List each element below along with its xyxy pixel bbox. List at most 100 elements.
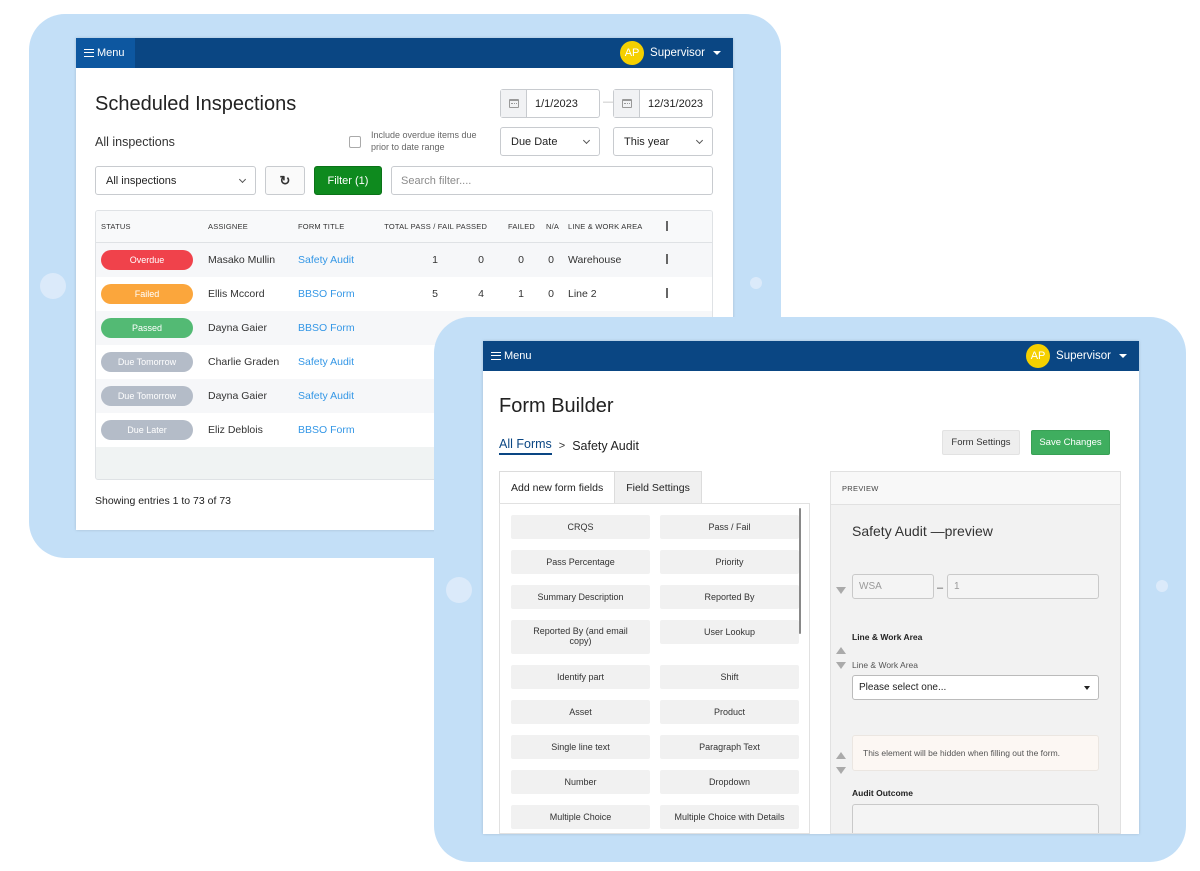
field-type-button[interactable]: Number [511, 770, 650, 794]
search-filter-input[interactable]: Search filter.... [391, 166, 713, 195]
column-header-na[interactable]: N/A [540, 222, 566, 231]
field-types-grid: CRQS Pass / Fail Pass Percentage Priority Su… [511, 515, 801, 829]
period-select-value: This year [624, 135, 670, 148]
table-row[interactable]: Failed Ellis Mccord BBSO Form 5 4 1 0 Line 2 [96, 277, 712, 311]
field-type-button[interactable]: Single line text [511, 735, 650, 759]
menu-button[interactable]: Menu [76, 38, 135, 68]
end-date-input[interactable]: 12/31/2023 [613, 89, 713, 118]
field-type-button[interactable]: Product [660, 700, 799, 724]
calendar-icon [614, 90, 640, 117]
na-cell: 0 [548, 288, 554, 300]
field-type-button[interactable]: Priority [660, 550, 799, 574]
user-role-label: Supervisor [650, 47, 705, 59]
column-header-form-title[interactable]: FORM TITLE [298, 222, 376, 231]
tab-add-new-form-fields[interactable]: Add new form fields [499, 471, 616, 504]
page-title: Scheduled Inspections [95, 93, 297, 115]
field-type-button[interactable]: Dropdown [660, 770, 799, 794]
status-badge: Due Later [101, 420, 193, 440]
user-menu[interactable]: AP Supervisor [620, 41, 733, 65]
start-date-input[interactable]: 1/1/2023 [500, 89, 600, 118]
user-role-label: Supervisor [1056, 350, 1111, 362]
move-down-icon[interactable] [836, 587, 846, 594]
tab-field-settings[interactable]: Field Settings [615, 471, 702, 504]
move-up-icon[interactable] [836, 647, 846, 654]
id-prefix-input[interactable]: WSA [852, 574, 934, 599]
form-settings-button[interactable]: Form Settings [942, 430, 1020, 455]
column-header-failed[interactable]: FAILED [496, 222, 540, 231]
move-up-icon[interactable] [836, 752, 846, 759]
field-type-button[interactable]: Pass Percentage [511, 550, 650, 574]
total-cell: 1 [432, 254, 438, 266]
column-header-assignee[interactable]: ASSIGNEE [208, 222, 298, 231]
passed-cell: 4 [478, 288, 484, 300]
truncated-column-edge [666, 220, 668, 231]
table-row[interactable]: Overdue Masako Mullin Safety Audit 1 0 0 0 Ware… [96, 243, 712, 277]
field-type-button[interactable]: Reported By [660, 585, 799, 609]
form-title-link[interactable]: BBSO Form [298, 322, 376, 334]
line-work-area-select-value: Please select one... [859, 682, 947, 693]
field-type-button[interactable]: Reported By (and email copy) [511, 620, 650, 654]
move-down-icon[interactable] [836, 662, 846, 669]
form-builder-screen: Menu AP Supervisor Form Builder All Form… [483, 341, 1139, 834]
field-panel-scrollbar[interactable] [799, 508, 801, 634]
column-header-total[interactable]: TOTAL PASS / FAIL [376, 222, 456, 231]
status-cell: Due Tomorrow [96, 352, 208, 372]
breadcrumb-all-forms-link[interactable]: All Forms [499, 437, 552, 455]
date-field-select[interactable]: Due Date [500, 127, 600, 156]
field-type-button[interactable]: User Lookup [660, 620, 799, 644]
menu-label: Menu [504, 350, 532, 362]
form-title-link[interactable]: Safety Audit [298, 390, 376, 402]
audit-outcome-input[interactable] [852, 804, 1099, 833]
user-menu[interactable]: AP Supervisor [1026, 344, 1139, 368]
line-work-area-cell: Line 2 [568, 288, 597, 300]
avatar: AP [1026, 344, 1051, 368]
caret-down-icon [713, 51, 721, 55]
view-select[interactable]: All inspections [95, 166, 256, 195]
form-title-link[interactable]: BBSO Form [298, 288, 376, 300]
field-type-button[interactable]: CRQS [511, 515, 650, 539]
start-date-value: 1/1/2023 [535, 97, 578, 110]
form-title-link[interactable]: Safety Audit [298, 356, 376, 368]
menu-button[interactable]: Menu [483, 341, 542, 371]
save-changes-button[interactable]: Save Changes [1031, 430, 1110, 455]
assignee-cell: Dayna Gaier [208, 322, 267, 334]
top-navbar: Menu AP Supervisor [76, 38, 733, 68]
id-number-input[interactable]: 1 [947, 574, 1099, 599]
field-type-button[interactable]: Multiple Choice [511, 805, 650, 829]
field-type-button[interactable]: Multiple Choice with Details [660, 805, 799, 829]
preview-title: Safety Audit —preview [852, 523, 993, 539]
field-tabs: Add new form fields Field Settings [499, 471, 702, 504]
field-type-button[interactable]: Shift [660, 665, 799, 689]
breadcrumb-current: Safety Audit [572, 439, 639, 453]
field-type-button[interactable]: Summary Description [511, 585, 650, 609]
include-overdue-checkbox[interactable] [349, 136, 361, 148]
line-work-area-label: Line & Work Area [852, 660, 918, 670]
line-work-area-select[interactable]: Please select one... [852, 675, 1099, 700]
period-select[interactable]: This year [613, 127, 713, 156]
column-header-status[interactable]: STATUS [96, 222, 208, 231]
field-type-button[interactable]: Paragraph Text [660, 735, 799, 759]
column-header-passed[interactable]: PASSED [456, 222, 496, 231]
pagination-info: Showing entries 1 to 73 of 73 [95, 495, 232, 507]
filter-button[interactable]: Filter (1) [314, 166, 382, 195]
na-cell: 0 [548, 254, 554, 266]
failed-cell: 1 [518, 288, 524, 300]
column-header-line-work-area[interactable]: LINE & WORK AREA [566, 222, 666, 231]
status-badge: Due Tomorrow [101, 386, 193, 406]
field-type-button[interactable]: Pass / Fail [660, 515, 799, 539]
tablet-camera [750, 277, 762, 289]
dropdown-caret-icon [1084, 685, 1090, 690]
menu-label: Menu [97, 47, 125, 59]
truncated-column-edge [666, 287, 668, 298]
form-title-link[interactable]: BBSO Form [298, 424, 376, 436]
form-title-link[interactable]: Safety Audit [298, 254, 376, 266]
id-separator: – [937, 582, 944, 594]
refresh-button[interactable]: ↻ [265, 166, 305, 195]
field-type-button[interactable]: Identify part [511, 665, 650, 689]
tablet-camera [1156, 580, 1168, 592]
move-down-icon[interactable] [836, 767, 846, 774]
assignee-cell: Masako Mullin [208, 254, 276, 266]
status-cell: Due Later [96, 420, 208, 440]
field-type-button[interactable]: Asset [511, 700, 650, 724]
total-cell: 5 [432, 288, 438, 300]
